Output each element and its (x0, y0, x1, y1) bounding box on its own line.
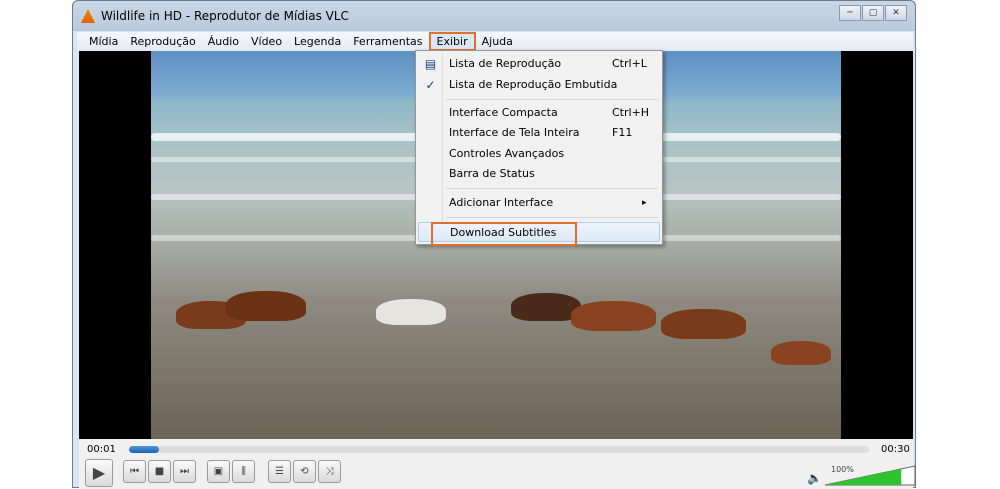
stop-button[interactable]: ■ (148, 460, 171, 483)
volume-slider[interactable] (823, 463, 919, 487)
menu-item-status-bar[interactable]: Barra de Status (418, 164, 660, 184)
loop-icon: ⟲ (300, 466, 309, 477)
next-button[interactable]: ⏭ (173, 460, 196, 483)
menu-item-playlist[interactable]: ▤ Lista de Reprodução Ctrl+L (418, 54, 660, 74)
maximize-button[interactable]: ▢ (862, 5, 884, 21)
seek-slider[interactable] (129, 446, 869, 453)
menu-reproducao[interactable]: Reprodução (124, 32, 201, 51)
extended-settings-button[interactable]: ⫼ (232, 460, 255, 483)
next-icon: ⏭ (180, 466, 189, 477)
submenu-arrow-icon: ▸ (642, 198, 647, 208)
shuffle-icon: ⤨ (325, 466, 334, 477)
fullscreen-icon: ▣ (213, 466, 224, 477)
window-title: Wildlife in HD - Reprodutor de Mídias VL… (101, 9, 349, 23)
menu-item-fullscreen-interface[interactable]: Interface de Tela Inteira F11 (418, 123, 660, 143)
menu-item-download-subtitles[interactable]: Download Subtitles (418, 222, 660, 246)
loop-button[interactable]: ⟲ (293, 460, 316, 483)
play-button[interactable]: ▶ (85, 459, 113, 487)
playlist-icon: ▤ (424, 57, 437, 71)
menu-midia[interactable]: Mídia (83, 32, 124, 51)
menu-legenda[interactable]: Legenda (288, 32, 347, 51)
highlight-box (431, 222, 577, 246)
seek-progress (129, 446, 159, 453)
equalizer-icon: ⫼ (241, 466, 246, 477)
minimize-button[interactable]: ─ (839, 5, 861, 21)
controls-bar: 00:01 00:30 ▶ ⏮ ■ ⏭ ▣ ⫼ ☰ ⟲ ⤨ 🔈 100% (79, 439, 916, 489)
previous-button[interactable]: ⏮ (123, 460, 146, 483)
menu-audio[interactable]: Áudio (202, 32, 245, 51)
playlist-button[interactable]: ☰ (268, 460, 291, 483)
title-bar: Wildlife in HD - Reprodutor de Mídias VL… (73, 1, 915, 31)
elapsed-time: 00:01 (87, 444, 116, 455)
close-button[interactable]: ✕ (885, 5, 907, 21)
play-icon: ▶ (92, 463, 106, 482)
checkmark-icon: ✓ (425, 78, 436, 92)
menu-bar: Mídia Reprodução Áudio Vídeo Legenda Fer… (77, 32, 913, 51)
menu-ferramentas[interactable]: Ferramentas (347, 32, 428, 51)
playlist-icon: ☰ (275, 466, 284, 477)
menu-item-advanced-controls[interactable]: Controles Avançados (418, 144, 660, 164)
fullscreen-button[interactable]: ▣ (207, 460, 230, 483)
total-time: 00:30 (881, 444, 910, 455)
exibir-dropdown-menu: ▤ Lista de Reprodução Ctrl+L ✓ Lista de Rep… (415, 50, 663, 246)
shuffle-button[interactable]: ⤨ (318, 460, 341, 483)
menu-item-compact-interface[interactable]: Interface Compacta Ctrl+H (418, 103, 660, 123)
menu-item-embedded-playlist[interactable]: ✓ Lista de Reprodução Embutida (418, 75, 660, 95)
speaker-icon[interactable]: 🔈 (807, 471, 822, 485)
menu-item-add-interface[interactable]: Adicionar Interface ▸ (418, 193, 660, 213)
vlc-cone-icon (81, 9, 95, 23)
menu-video[interactable]: Vídeo (245, 32, 288, 51)
previous-icon: ⏮ (130, 466, 139, 477)
stop-icon: ■ (154, 466, 165, 477)
menu-ajuda[interactable]: Ajuda (476, 32, 519, 51)
menu-exibir[interactable]: Exibir (428, 32, 476, 51)
